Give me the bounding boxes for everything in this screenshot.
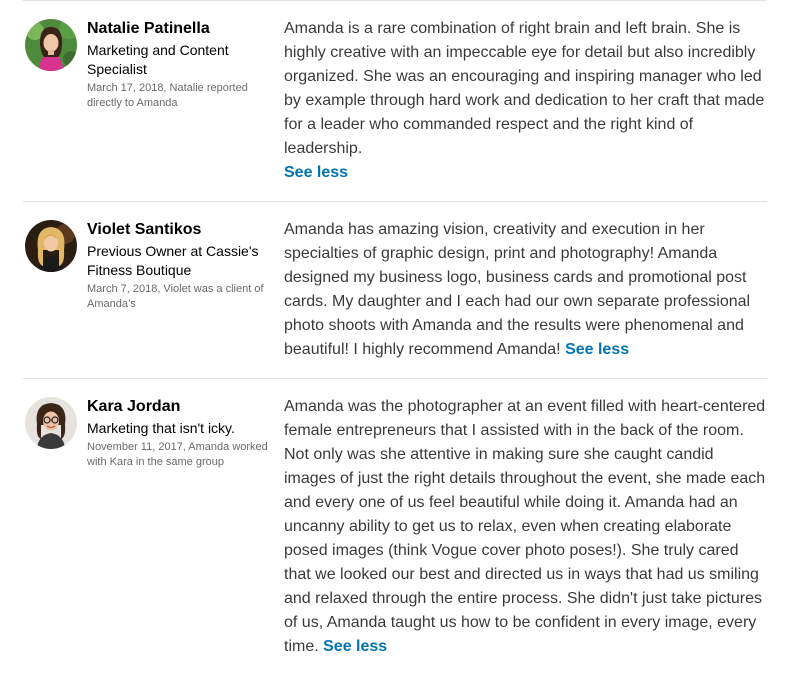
recommender-headline: Previous Owner at Cassie's Fitness Bouti… — [87, 243, 259, 278]
avatar[interactable] — [25, 397, 77, 449]
see-less-link[interactable]: See less — [565, 341, 629, 358]
recommendation-body: Amanda is a rare combination of right br… — [284, 20, 765, 157]
recommender-info: Natalie Patinella Marketing and Content … — [87, 19, 270, 111]
avatar-photo-kara — [25, 397, 77, 449]
recommendation-body: Amanda has amazing vision, creativity an… — [284, 221, 751, 358]
recommendation-item: Natalie Patinella Marketing and Content … — [23, 0, 767, 202]
avatar-photo-natalie — [25, 19, 77, 71]
recommender-info: Kara Jordan Marketing that isn't icky. N… — [87, 397, 270, 470]
recommendation-text: Amanda has amazing vision, creativity an… — [284, 218, 767, 362]
recommender-name[interactable]: Kara Jordan — [87, 397, 270, 417]
recommender-name[interactable]: Natalie Patinella — [87, 19, 270, 39]
recommendation-body: Amanda was the photographer at an event … — [284, 398, 766, 655]
see-less-link[interactable]: See less — [284, 161, 767, 185]
recommendation-item: Violet Santikos Previous Owner at Cassie… — [23, 202, 767, 379]
see-less-link[interactable]: See less — [323, 638, 387, 655]
recommender-headline: Marketing and Content Specialist — [87, 42, 229, 77]
avatar-photo-violet — [25, 220, 77, 272]
avatar[interactable] — [25, 220, 77, 272]
recommendation-item: Kara Jordan Marketing that isn't icky. N… — [23, 379, 767, 679]
recommender-name[interactable]: Violet Santikos — [87, 220, 270, 240]
recommendation-text: Amanda is a rare combination of right br… — [284, 17, 767, 185]
recommender-info: Violet Santikos Previous Owner at Cassie… — [87, 220, 270, 312]
recommendation-meta: March 7, 2018, Violet was a client of Am… — [87, 283, 264, 310]
recommendation-meta: March 17, 2018, Natalie reported directl… — [87, 82, 248, 109]
avatar[interactable] — [25, 19, 77, 71]
recommendation-meta: November 11, 2017, Amanda worked with Ka… — [87, 441, 268, 468]
recommender-headline: Marketing that isn't icky. — [87, 420, 235, 436]
recommendation-text: Amanda was the photographer at an event … — [284, 395, 767, 659]
